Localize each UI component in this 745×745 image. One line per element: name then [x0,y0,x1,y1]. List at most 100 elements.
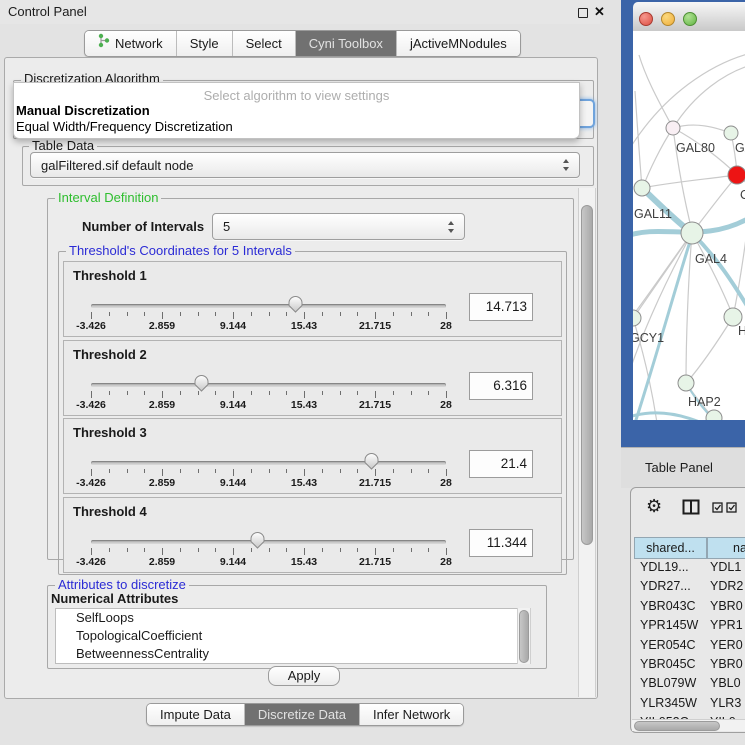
table-cell[interactable]: YDL19... [640,558,689,577]
table-cell[interactable]: YLR3 [710,694,741,713]
slider-handle[interactable] [193,374,210,392]
table-cell[interactable]: YBL0 [710,674,741,693]
slider-tick [109,469,110,473]
slider-tick-label: 9.144 [210,556,256,568]
slider-tick [269,469,270,473]
threshold-value-field[interactable]: 21.4 [469,450,533,478]
slider-tick [162,312,163,319]
network-node-gcy1[interactable] [633,310,641,326]
slider-tick [322,312,323,316]
tab-label: Discretize Data [258,703,346,726]
table-cell[interactable]: YER0 [710,636,743,655]
attribute-item-selfloops[interactable]: SelfLoops [56,609,517,627]
column-header-name[interactable]: na [707,537,745,559]
slider-handle[interactable] [249,531,266,549]
table-data-combobox[interactable]: galFiltered.sif default node [30,152,580,178]
network-window-titlebar [633,2,745,32]
zoom-traffic-light[interactable] [683,12,697,26]
apply-button[interactable]: Apply [268,666,340,686]
network-node-gal4[interactable] [681,222,703,244]
slider-tick [233,391,234,398]
split-column-icon[interactable] [682,499,700,515]
checkbox-icon[interactable] [712,502,723,513]
tab-cyni-toolbox[interactable]: Cyni Toolbox [295,31,396,56]
table-cell[interactable]: YBR045C [640,655,696,674]
attributes-scrollbar-thumb[interactable] [519,610,529,663]
main-scrollbar-track[interactable] [578,188,596,697]
tab-network[interactable]: Network [85,31,176,56]
close-traffic-light[interactable] [639,12,653,26]
slider-track[interactable] [91,461,446,465]
network-node-gal11[interactable] [634,180,650,196]
network-edge [635,235,692,420]
gear-icon[interactable]: ⚙ [646,496,662,517]
table-cell[interactable]: YPR145W [640,616,698,635]
network-node-ga[interactable] [724,126,738,140]
table-cell[interactable]: YLR345W [640,694,697,713]
slider-tick [180,548,181,552]
slider-tick-label: 28 [423,556,469,568]
slider-tick [286,548,287,552]
tab-infer-network[interactable]: Infer Network [359,704,463,725]
threshold-value-field[interactable]: 6.316 [469,372,533,400]
threshold-value-field[interactable]: 11.344 [469,529,533,557]
algorithm-option-equal-width[interactable]: Equal Width/Frequency Discretization [16,119,233,134]
minimize-traffic-light[interactable] [661,12,675,26]
network-icon [98,31,110,56]
column-header-shared[interactable]: shared... [634,537,707,559]
slider-tick [286,469,287,473]
table-cell[interactable]: YDL1 [710,558,741,577]
close-icon[interactable]: ✕ [594,4,605,20]
slider-tick [340,469,341,473]
slider-tick-label: 15.43 [281,556,327,568]
network-node-hap2[interactable] [678,375,694,391]
table-cell[interactable]: YBR0 [710,655,743,674]
network-node-gal80[interactable] [666,121,680,135]
table-cell[interactable]: YDR2 [710,577,743,596]
slider-track[interactable] [91,383,446,387]
attribute-item-topologicalcoefficient[interactable]: TopologicalCoefficient [56,627,517,645]
attribute-item-betweennesscentrality[interactable]: BetweennessCentrality [56,645,517,663]
slider-track[interactable] [91,304,446,308]
network-node-c[interactable] [728,166,745,184]
table-cell[interactable]: YPR1 [710,616,743,635]
table-cell[interactable]: YBR0 [710,597,743,616]
float-panel-icon[interactable] [578,8,588,18]
num-intervals-combobox[interactable]: 5 [212,213,465,240]
table-cell[interactable]: YDR27... [640,577,691,596]
tab-select[interactable]: Select [232,31,295,56]
table-hscrollbar-track[interactable] [632,719,745,731]
network-canvas[interactable]: GAL80GACGAL11GAL4GCY1HHAP2 [633,31,745,420]
slider-tick [340,391,341,395]
slider-tick [215,469,216,473]
slider-tick-label: -3.426 [68,477,114,489]
table-cell[interactable]: YBL079W [640,674,696,693]
checkbox-icon[interactable] [726,502,737,513]
algorithm-popup: Select algorithm to view settings Manual… [13,82,580,139]
main-scrollbar-thumb[interactable] [581,205,593,545]
tab-discretize-data[interactable]: Discretize Data [244,704,359,725]
slider-handle[interactable] [287,295,304,313]
numerical-attributes-list[interactable]: SelfLoopsTopologicalCoefficientBetweenne… [55,608,518,664]
algorithm-option-manual[interactable]: Manual Discretization [16,103,150,118]
slider-tick [304,548,305,555]
thresholds-group-label: Threshold's Coordinates for 5 Intervals [66,244,295,257]
tab-impute-data[interactable]: Impute Data [147,704,244,725]
threshold-value-field[interactable]: 14.713 [469,293,533,321]
table-cell[interactable]: YBR043C [640,597,696,616]
tab-jactivemnodules[interactable]: jActiveMNodules [396,31,520,56]
network-edge [733,231,745,317]
tab-style[interactable]: Style [176,31,232,56]
table-hscrollbar-thumb[interactable] [634,721,720,731]
threshold-panel-4: Threshold 4-3.4262.8599.14415.4321.71528… [63,497,562,573]
attributes-scrollbar-track[interactable] [517,608,531,664]
slider-handle[interactable] [363,452,380,470]
slider-tick [162,391,163,398]
threshold-panel-2: Threshold 2-3.4262.8599.14415.4321.71528… [63,340,562,416]
table-cell[interactable]: YER054C [640,636,696,655]
slider-tick [233,312,234,319]
spinner-arrows-icon [448,221,455,233]
slider-tick [233,548,234,555]
slider-track[interactable] [91,540,446,544]
slider-tick [357,312,358,316]
